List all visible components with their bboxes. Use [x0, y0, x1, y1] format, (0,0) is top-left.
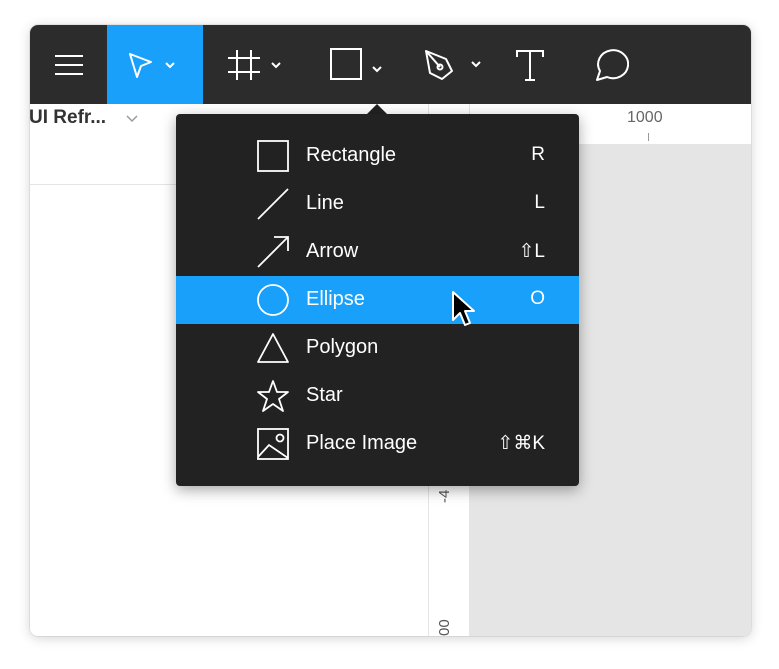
- comment-bubble-icon: [596, 48, 629, 81]
- menu-item-shortcut: ⇧L: [518, 241, 546, 262]
- star-icon: [257, 380, 289, 412]
- comment-tool-button[interactable]: [585, 25, 635, 104]
- menu-item-shortcut: ⇧⌘K: [497, 433, 545, 454]
- image-icon: [257, 428, 289, 460]
- arrow-icon: [257, 236, 289, 268]
- cursor-arrow-icon: [129, 52, 175, 78]
- frame-tool-button[interactable]: [222, 25, 292, 104]
- shape-tools-menu: Rectangle R Line L Arrow ⇧L Ellipse O Po…: [176, 114, 579, 486]
- move-tool-button[interactable]: [107, 25, 203, 104]
- pen-tool-button[interactable]: [413, 25, 489, 104]
- menu-item-place-image[interactable]: Place Image ⇧⌘K: [176, 420, 579, 468]
- menu-item-label: Rectangle: [306, 144, 397, 166]
- menu-item-label: Ellipse: [306, 288, 365, 310]
- ruler-h-tick: [648, 133, 649, 141]
- ellipse-icon: [257, 284, 289, 316]
- menu-item-shortcut: L: [534, 192, 545, 213]
- menu-item-label: Star: [306, 384, 343, 406]
- shape-tool-button[interactable]: [315, 25, 390, 104]
- menu-caret: [367, 104, 387, 114]
- ruler-v-label-1: -4: [436, 489, 453, 503]
- text-tool-button[interactable]: [505, 25, 555, 104]
- rectangle-icon: [257, 140, 289, 172]
- chevron-down-icon[interactable]: [125, 113, 139, 123]
- frame-hash-icon: [228, 49, 281, 80]
- menu-item-label: Polygon: [306, 336, 379, 358]
- polygon-icon: [257, 333, 289, 363]
- menu-item-line[interactable]: Line L: [176, 180, 579, 228]
- square-icon: [329, 47, 382, 80]
- menu-item-shortcut: R: [531, 144, 545, 165]
- mouse-pointer-icon: [452, 291, 475, 326]
- menu-item-polygon[interactable]: Polygon: [176, 324, 579, 372]
- file-title[interactable]: UI Refr...: [29, 107, 106, 129]
- toolbar: [30, 25, 751, 104]
- menu-item-star[interactable]: Star: [176, 372, 579, 420]
- menu-item-ellipse[interactable]: Ellipse O: [176, 276, 579, 324]
- menu-item-shortcut: O: [530, 288, 545, 309]
- menu-item-label: Place Image: [306, 432, 418, 454]
- ruler-h-label: 1000: [627, 109, 663, 126]
- pen-icon: [425, 49, 481, 80]
- menu-item-label: Line: [306, 192, 344, 214]
- main-menu-button[interactable]: [30, 25, 107, 104]
- hamburger-icon: [54, 54, 83, 75]
- menu-item-rectangle[interactable]: Rectangle R: [176, 132, 579, 180]
- menu-item-label: Arrow: [306, 240, 359, 262]
- menu-item-arrow[interactable]: Arrow ⇧L: [176, 228, 579, 276]
- text-t-icon: [516, 49, 544, 81]
- ruler-v-label-2: 00: [436, 619, 453, 636]
- line-icon: [257, 188, 289, 220]
